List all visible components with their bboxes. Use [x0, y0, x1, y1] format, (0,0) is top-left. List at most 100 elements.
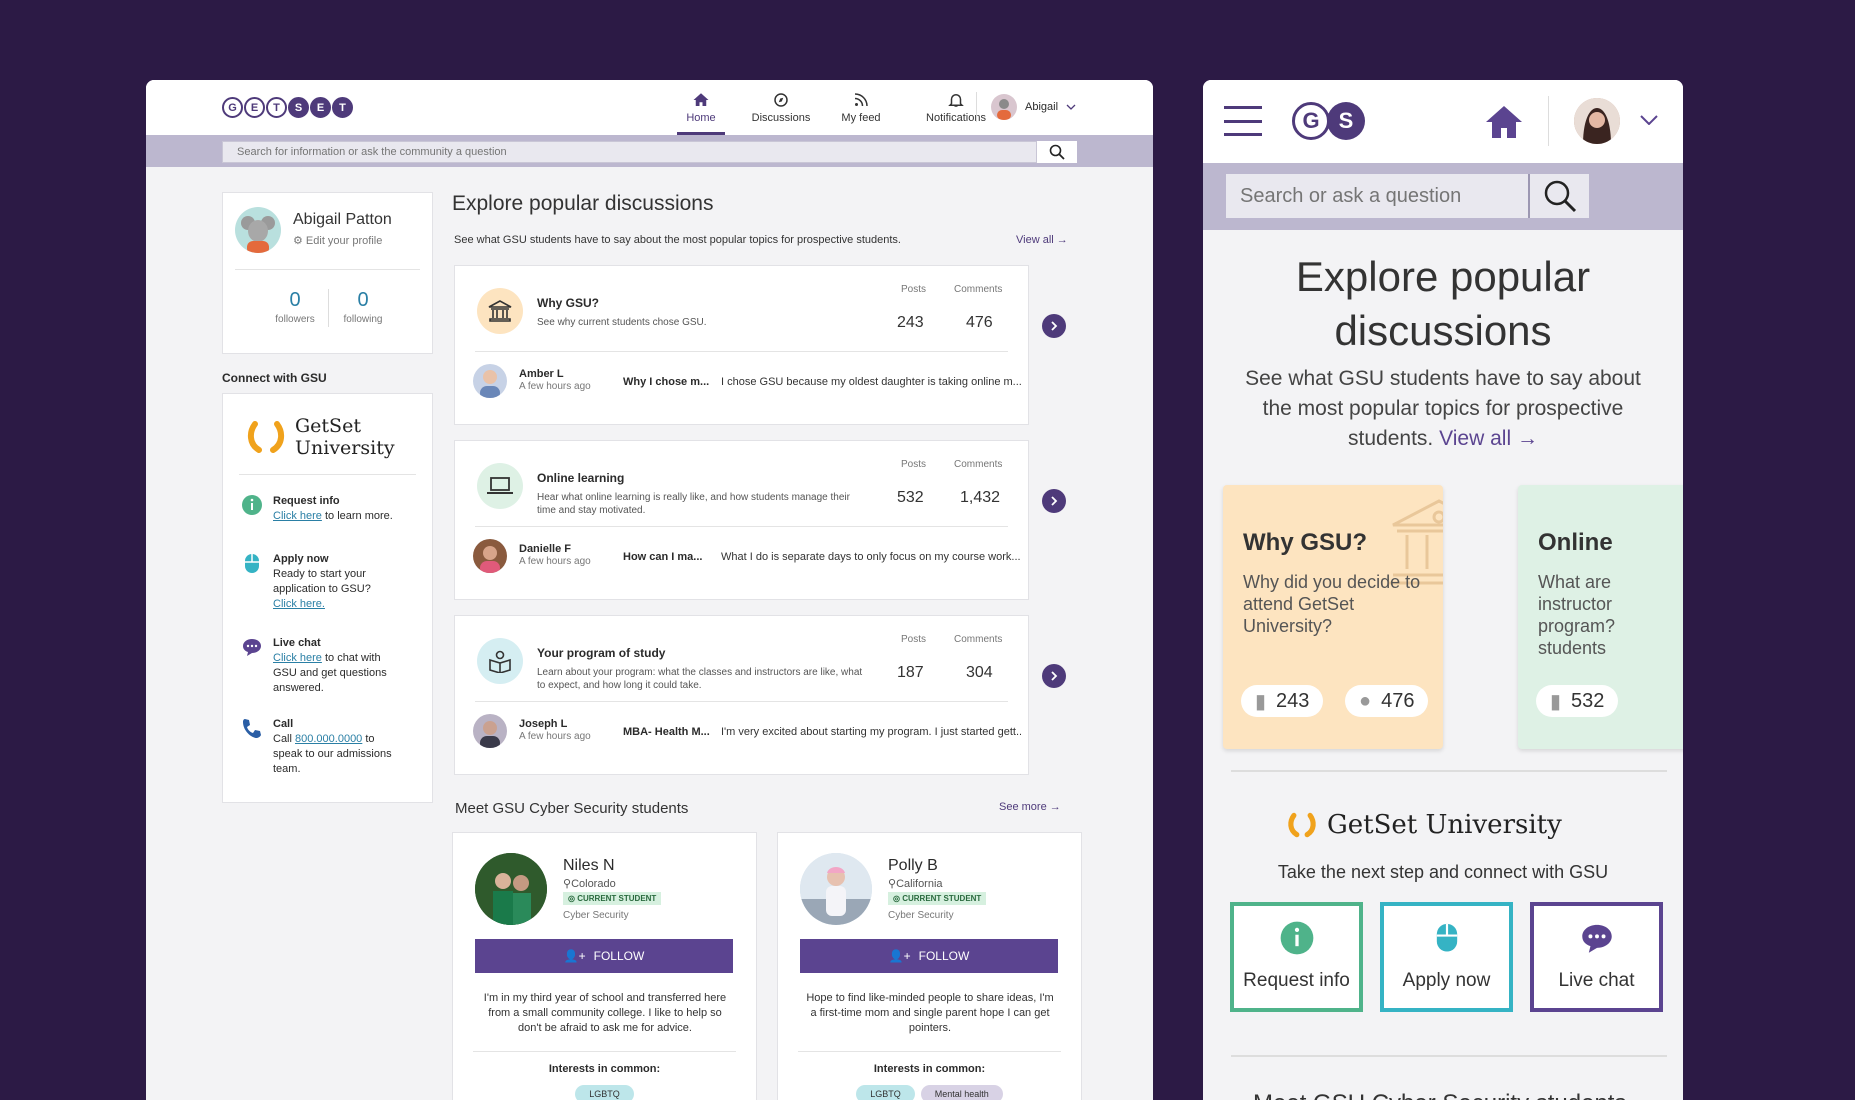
- divider: [475, 351, 1008, 352]
- request-info-item: Request info Click here to learn more.: [241, 494, 393, 524]
- interest-tags: LGBTQ: [453, 1085, 756, 1100]
- divider: [1231, 770, 1667, 772]
- comments-count: 304: [966, 664, 993, 681]
- document-icon: ▮: [1255, 690, 1267, 713]
- document-icon: ▮: [1550, 690, 1562, 713]
- divider: [475, 526, 1008, 527]
- chevron-right-icon: [1051, 321, 1058, 331]
- gs-logo[interactable]: G S: [1292, 102, 1365, 140]
- interest-tag[interactable]: LGBTQ: [575, 1085, 634, 1100]
- getset-logo[interactable]: G E T S E T: [222, 97, 353, 118]
- student-location: ⚲Colorado: [563, 878, 616, 890]
- desktop-screen: G E T S E T Home Discussions My feed Not…: [146, 80, 1153, 1100]
- mouse-icon: [1436, 923, 1457, 952]
- hamburger-menu-icon[interactable]: [1224, 106, 1262, 136]
- chat-icon: [243, 639, 261, 656]
- divider: [798, 1051, 1061, 1052]
- chevron-down-icon[interactable]: [1640, 115, 1658, 125]
- search-icon: [1049, 144, 1065, 160]
- compass-icon: [774, 93, 788, 107]
- nav-my-feed[interactable]: My feed: [821, 80, 901, 135]
- connect-text: Take the next step and connect with GSU: [1277, 862, 1609, 882]
- request-info-link[interactable]: Click here: [273, 510, 322, 522]
- connect-heading: Connect with GSU: [222, 371, 327, 385]
- mobile-top-bar: G S: [1203, 80, 1683, 163]
- add-user-icon: 👤+: [888, 949, 911, 963]
- status-badge: ◎ CURRENT STUDENT: [563, 892, 662, 905]
- wreath-icon: [1288, 812, 1316, 838]
- book-icon: [477, 638, 523, 684]
- follow-button[interactable]: 👤+ FOLLOW: [800, 939, 1058, 973]
- chat-icon: [1581, 924, 1612, 953]
- student-card: Niles N ⚲Colorado ◎ CURRENT STUDENT Cybe…: [452, 832, 757, 1100]
- university-logo: GetSet University: [243, 414, 395, 460]
- nav-home[interactable]: Home: [661, 80, 741, 135]
- view-all-link[interactable]: View all →: [1016, 234, 1068, 246]
- discussion-tile-online[interactable]: Online What are instructor program? stud…: [1518, 485, 1683, 749]
- nav-discussions[interactable]: Discussions: [741, 80, 821, 135]
- posts-pill: ▮ 532: [1536, 685, 1619, 717]
- mouse-icon: [245, 554, 259, 573]
- search-input[interactable]: [222, 141, 1037, 163]
- divider: [475, 701, 1008, 702]
- comments-count: 476: [966, 314, 993, 331]
- stat-divider: [328, 289, 329, 327]
- interest-tag[interactable]: Mental health: [920, 1085, 1003, 1100]
- avatar[interactable]: [1574, 98, 1620, 144]
- discussion-card-why-gsu[interactable]: Why GSU? See why current students chose …: [454, 265, 1066, 425]
- search-input[interactable]: [1226, 174, 1589, 218]
- arrow-right-icon: →: [1056, 234, 1068, 246]
- add-user-icon: 👤+: [563, 949, 586, 963]
- location-pin-icon: ⚲: [563, 878, 572, 890]
- search-bar: [146, 135, 1153, 167]
- edit-profile-link[interactable]: ⚙ Edit your profile: [293, 234, 382, 247]
- user-menu[interactable]: Abigail: [991, 94, 1076, 120]
- divider: [473, 1051, 736, 1052]
- request-info-button[interactable]: Request info: [1230, 902, 1363, 1012]
- page-subtitle: See what GSU students have to say about …: [1245, 367, 1641, 450]
- apply-now-button[interactable]: Apply now: [1380, 902, 1513, 1012]
- section-heading: Meet GSU Cyber Security students: [1253, 1090, 1626, 1100]
- divider: [235, 269, 420, 270]
- view-all-link[interactable]: View all →: [1439, 427, 1538, 450]
- student-name[interactable]: Niles N: [563, 857, 615, 875]
- chevron-right-icon: [1051, 671, 1058, 681]
- open-discussion-button[interactable]: [1042, 489, 1066, 513]
- discussion-tile-why-gsu[interactable]: Why GSU? Why did you decide to attend Ge…: [1223, 485, 1443, 749]
- discussion-card-program-of-study[interactable]: Your program of study Learn about your p…: [454, 615, 1066, 775]
- phone-link[interactable]: 800.000.0000: [295, 733, 362, 745]
- follow-button[interactable]: 👤+ FOLLOW: [475, 939, 733, 973]
- avatar: [473, 364, 507, 398]
- discussion-card-online-learning[interactable]: Online learning Hear what online learnin…: [454, 440, 1066, 600]
- posts-count: 532: [897, 489, 924, 506]
- search-icon[interactable]: [1543, 179, 1577, 213]
- gear-icon: ⚙: [293, 235, 306, 247]
- section-heading: Meet GSU Cyber Security students: [455, 800, 689, 817]
- search-button[interactable]: [1037, 141, 1077, 163]
- live-chat-button[interactable]: Live chat: [1530, 902, 1663, 1012]
- nav-divider: [976, 92, 977, 122]
- interest-tag[interactable]: LGBTQ: [856, 1085, 915, 1100]
- main-nav: Home Discussions My feed Notifications: [661, 80, 1011, 135]
- chevron-right-icon: [1051, 496, 1058, 506]
- followers-stat[interactable]: 0 followers: [265, 289, 325, 325]
- page-subtitle: See what GSU students have to say about …: [454, 234, 901, 246]
- profile-name: Abigail Patton: [293, 211, 392, 228]
- posts-pill: ▮ 243: [1241, 685, 1324, 717]
- divider: [239, 474, 416, 475]
- call-item: Call Call 800.000.0000 to speak to our ad…: [241, 717, 401, 777]
- see-more-link[interactable]: See more →: [999, 801, 1061, 813]
- student-name[interactable]: Polly B: [888, 857, 938, 875]
- open-discussion-button[interactable]: [1042, 314, 1066, 338]
- comments-pill: ● 476: [1345, 685, 1429, 717]
- comments-count: 1,432: [960, 489, 1001, 506]
- avatar: [473, 714, 507, 748]
- info-icon: [242, 495, 262, 515]
- following-stat[interactable]: 0 following: [333, 289, 393, 325]
- home-icon[interactable]: [1484, 104, 1524, 140]
- live-chat-link[interactable]: Click here: [273, 652, 322, 664]
- divider: [1528, 174, 1530, 218]
- apply-now-link[interactable]: Click here.: [273, 598, 325, 610]
- page-title: Explore popular discussions: [1295, 253, 1591, 354]
- open-discussion-button[interactable]: [1042, 664, 1066, 688]
